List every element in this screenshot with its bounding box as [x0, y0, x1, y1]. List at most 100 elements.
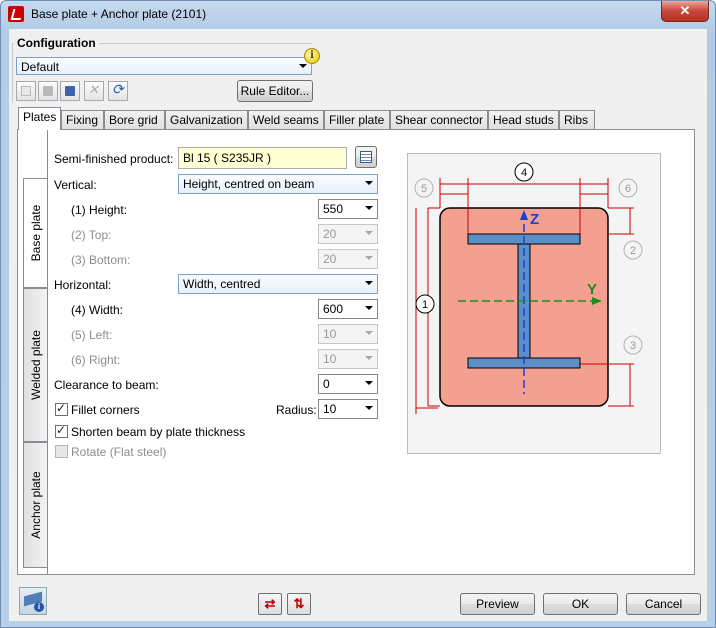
tab-ribs[interactable]: Ribs: [559, 110, 595, 129]
ok-button[interactable]: OK: [543, 593, 618, 615]
semi-finished-field[interactable]: Bl 15 ( S235JR ): [178, 147, 347, 169]
vertical-label: Vertical:: [54, 178, 97, 192]
marker-5-label: 5: [421, 183, 427, 195]
rotate-label: Rotate (Flat steel): [71, 445, 167, 459]
new-config-button[interactable]: [16, 81, 36, 101]
cancel-button[interactable]: Cancel: [626, 593, 701, 615]
refresh-config-button[interactable]: ⟳: [108, 81, 128, 101]
chevron-down-icon: [365, 281, 373, 285]
side-tab-label: Base plate: [28, 204, 43, 262]
marker-1-label: 1: [422, 299, 428, 311]
width-select[interactable]: 600: [318, 299, 378, 319]
swap-vertical-icon: ⇅: [293, 596, 305, 611]
save-as-config-button[interactable]: [60, 81, 80, 101]
tab-plates[interactable]: Plates: [18, 107, 61, 130]
width-label: (4) Width:: [71, 303, 124, 317]
chevron-down-icon: [365, 356, 373, 360]
top-value: 20: [323, 227, 337, 241]
shorten-beam-label: Shorten beam by plate thickness: [71, 425, 246, 439]
left-select[interactable]: 10: [318, 324, 378, 344]
chevron-down-icon: [365, 406, 373, 410]
swap-vertical-button[interactable]: ⇅: [287, 593, 311, 615]
shorten-beam-checkbox[interactable]: [55, 423, 68, 438]
fillet-corners-label: Fillet corners: [71, 403, 140, 417]
dialog-window: Base plate + Anchor plate (2101) ✕ Confi…: [0, 0, 716, 628]
window-title: Base plate + Anchor plate (2101): [31, 7, 207, 21]
top-label: (2) Top:: [71, 228, 112, 242]
swap-horizontal-button[interactable]: ⇄: [258, 593, 282, 615]
vertical-select[interactable]: Height, centred on beam: [178, 174, 378, 194]
side-tab-divider: [47, 130, 48, 574]
tab-shear-connector[interactable]: Shear connector: [390, 110, 488, 129]
height-label: (1) Height:: [71, 203, 128, 217]
chevron-down-icon: [365, 256, 373, 260]
chevron-down-icon: [299, 64, 307, 68]
fillet-corners-checkbox[interactable]: [55, 401, 68, 416]
side-tab-base-plate[interactable]: Base plate: [23, 178, 47, 288]
rule-editor-button[interactable]: Rule Editor...: [237, 80, 313, 102]
z-axis-label: Z: [530, 211, 539, 228]
dialog-client: Configuration Default i ✕ ⟳ Rule Editor.…: [9, 29, 707, 621]
plate-diagram-svg: Z Y 1 2 3 4 5 6: [414, 162, 643, 414]
configuration-select[interactable]: Default: [16, 57, 312, 75]
semi-finished-label: Semi-finished product:: [54, 152, 174, 166]
close-button[interactable]: ✕: [661, 1, 709, 22]
refresh-icon: ⟳: [112, 81, 124, 97]
side-tab-welded-plate[interactable]: Welded plate: [23, 288, 47, 442]
bottom-label: (3) Bottom:: [71, 253, 131, 267]
top-select[interactable]: 20: [318, 224, 378, 244]
configuration-value: Default: [21, 60, 60, 74]
right-label: (6) Right:: [71, 353, 121, 367]
right-value: 10: [323, 352, 337, 366]
clearance-select[interactable]: 0: [318, 374, 378, 394]
height-select[interactable]: 550: [318, 199, 378, 219]
width-value: 600: [323, 302, 344, 316]
new-document-icon: [21, 86, 31, 96]
chevron-down-icon: [365, 331, 373, 335]
info-icon[interactable]: i: [304, 48, 320, 64]
save-config-button[interactable]: [38, 81, 58, 101]
tab-weld-seams[interactable]: Weld seams: [248, 110, 324, 129]
vertical-value: Height, centred on beam: [183, 177, 315, 191]
save-icon: [43, 86, 53, 96]
group-border-left: [12, 43, 13, 103]
marker-2-label: 2: [630, 245, 636, 257]
app-icon: [8, 6, 24, 22]
delete-icon: ✕: [88, 82, 99, 97]
height-value: 550: [323, 202, 344, 216]
tab-fixing[interactable]: Fixing: [61, 110, 104, 129]
save-as-icon: [65, 86, 75, 96]
tab-galvanization[interactable]: Galvanization: [165, 110, 248, 129]
side-tab-label: Anchor plate: [28, 471, 43, 539]
y-axis-label: Y: [587, 281, 597, 298]
horizontal-value: Width, centred: [183, 277, 261, 291]
tab-head-studs[interactable]: Head studs: [488, 110, 559, 129]
horizontal-label: Horizontal:: [54, 278, 112, 292]
chevron-down-icon: [365, 206, 373, 210]
marker-6-label: 6: [625, 183, 631, 195]
catalog-icon: [360, 151, 372, 163]
info-badge-icon: i: [34, 602, 44, 612]
catalog-button[interactable]: [355, 146, 377, 168]
rotate-checkbox[interactable]: [55, 445, 68, 458]
side-tab-label: Welded plate: [28, 330, 43, 400]
plate-diagram: Z Y 1 2 3 4 5 6: [407, 153, 661, 454]
help-info-button[interactable]: i: [19, 587, 47, 615]
configuration-group: Configuration Default i ✕ ⟳ Rule Editor.…: [12, 32, 320, 103]
preview-button[interactable]: Preview: [460, 593, 535, 615]
bottom-select[interactable]: 20: [318, 249, 378, 269]
radius-select[interactable]: 10: [318, 399, 378, 419]
tab-bore-grid[interactable]: Bore grid: [104, 110, 165, 129]
tab-filler-plate[interactable]: Filler plate: [324, 110, 390, 129]
right-select[interactable]: 10: [318, 349, 378, 369]
configuration-legend: Configuration: [14, 36, 99, 50]
chevron-down-icon: [365, 381, 373, 385]
delete-config-button[interactable]: ✕: [84, 81, 104, 101]
horizontal-select[interactable]: Width, centred: [178, 274, 378, 294]
side-tab-anchor-plate[interactable]: Anchor plate: [23, 442, 47, 568]
radius-value: 10: [323, 402, 337, 416]
marker-4-label: 4: [521, 167, 527, 179]
clearance-label: Clearance to beam:: [54, 378, 159, 392]
chevron-down-icon: [365, 306, 373, 310]
left-label: (5) Left:: [71, 328, 113, 342]
